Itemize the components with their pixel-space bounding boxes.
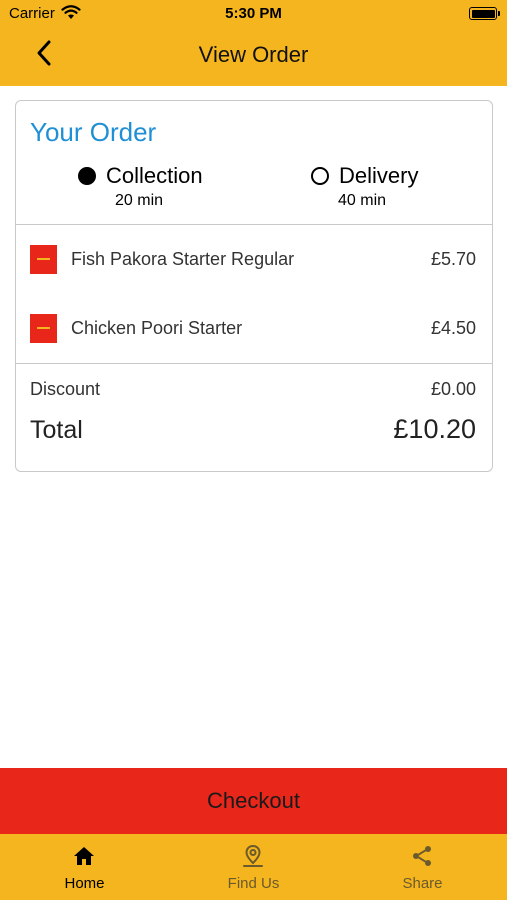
- remove-item-button[interactable]: [30, 314, 57, 343]
- item-name: Fish Pakora Starter Regular: [71, 249, 295, 269]
- remove-item-button[interactable]: [30, 245, 57, 274]
- order-item: Fish Pakora Starter Regular £5.70: [16, 241, 492, 281]
- tab-label: Home: [64, 875, 105, 892]
- discount-value: £0.00: [430, 379, 476, 399]
- item-price: £5.70: [430, 249, 476, 269]
- status-time: 5:30 PM: [225, 5, 282, 22]
- radio-selected-icon: [78, 167, 96, 185]
- status-bar: Carrier 5:30 PM: [0, 0, 507, 28]
- order-card: Your Order Collection 20 min Delivery 40…: [15, 100, 493, 472]
- tab-label: Find Us: [227, 875, 280, 892]
- order-item: Chicken Poori Starter £4.50: [16, 310, 492, 350]
- share-icon: [413, 846, 431, 866]
- item-name: Chicken Poori Starter: [71, 318, 243, 338]
- header-bar: Carrier 5:30 PM View Order: [0, 0, 507, 86]
- battery-icon: [469, 7, 500, 20]
- collection-time: 20 min: [115, 192, 164, 209]
- tab-find-us[interactable]: Find Us: [169, 834, 338, 900]
- item-price: £4.50: [430, 318, 476, 338]
- discount-label: Discount: [30, 379, 101, 399]
- divider: [16, 224, 492, 225]
- tab-label: Share: [402, 875, 443, 892]
- map-pin-icon: [243, 844, 263, 867]
- delivery-label: Delivery: [339, 163, 419, 188]
- page-title: View Order: [198, 42, 309, 67]
- checkout-button[interactable]: Checkout: [0, 768, 507, 834]
- home-icon: [74, 847, 94, 865]
- divider: [16, 363, 492, 364]
- tab-bar: Home Find Us Share: [0, 834, 507, 900]
- delivery-time: 40 min: [338, 192, 387, 209]
- total-value: £10.20: [393, 414, 476, 444]
- radio-unselected-icon: [311, 167, 329, 185]
- tab-home[interactable]: Home: [0, 834, 169, 900]
- total-label: Total: [30, 416, 83, 444]
- order-title: Your Order: [30, 117, 157, 147]
- tab-share[interactable]: Share: [338, 834, 507, 900]
- collection-label: Collection: [106, 163, 203, 188]
